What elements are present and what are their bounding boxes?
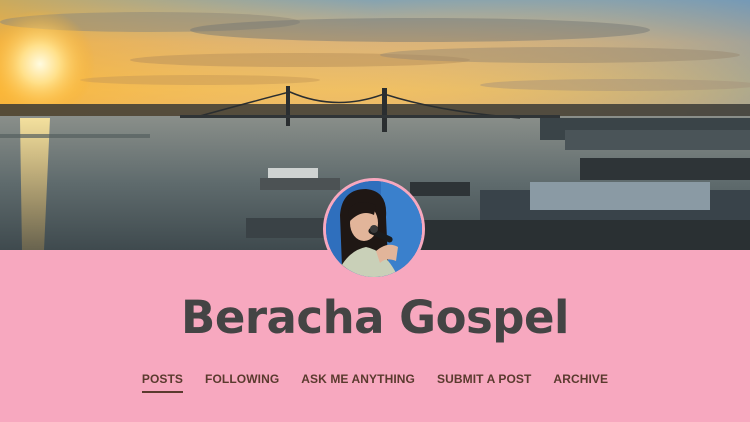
nav-posts[interactable]: POSTS <box>141 372 184 393</box>
nav-following[interactable]: FOLLOWING <box>205 372 279 393</box>
blog-title[interactable]: Beracha Gospel <box>0 291 750 344</box>
blog-page: Beracha Gospel POSTS FOLLOWING ASK ME AN… <box>0 0 750 422</box>
blog-nav: POSTS FOLLOWING ASK ME ANYTHING SUBMIT A… <box>0 372 750 393</box>
nav-ask-me-anything[interactable]: ASK ME ANYTHING <box>301 372 415 393</box>
nav-submit-a-post[interactable]: SUBMIT A POST <box>437 372 531 393</box>
singer-portrait-icon <box>326 181 422 277</box>
nav-archive[interactable]: ARCHIVE <box>553 372 608 393</box>
avatar[interactable] <box>323 178 425 280</box>
